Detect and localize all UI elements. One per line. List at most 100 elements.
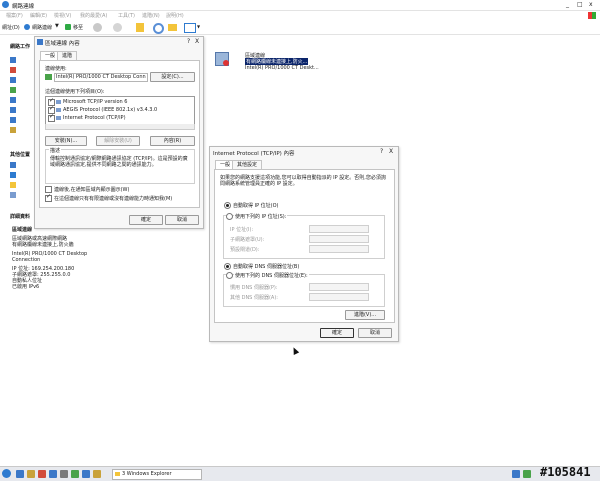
cancel-button[interactable]: 取消 [358,328,392,338]
help-icon[interactable]: ? [187,38,190,45]
maximize-icon[interactable]: □ [577,1,583,8]
ok-button[interactable]: 確定 [320,328,354,338]
use-dns-label[interactable]: 使用下列的 DNS 伺服器位址(E): [234,272,309,279]
description-text: 傳輸控制通訊協定/網際網路通訊協定 (TCP/IP)。這是預設的廣域網路通訊協定… [50,156,188,168]
default-gateway-field[interactable] [309,245,369,253]
task-icon[interactable] [10,97,16,103]
ok-button[interactable]: 確定 [129,215,163,225]
minimize-icon[interactable]: _ [566,1,569,8]
task-icon[interactable] [10,87,16,93]
menu-advanced[interactable]: 進階(N) [142,12,160,19]
my-network-places-icon[interactable] [10,172,16,178]
menu-help[interactable]: 說明(H) [166,12,184,19]
task-icon[interactable] [10,117,16,123]
use-dns-radio[interactable] [226,272,233,279]
notify-label[interactable]: 在這個連線只有有限連線或沒有連線能力時通知我(M) [54,195,172,202]
start-button-icon[interactable] [2,469,11,478]
back-icon[interactable] [93,23,102,32]
folder-icon [115,472,120,476]
search-icon[interactable] [153,23,164,34]
help-icon[interactable]: ? [380,148,383,155]
connection-properties-dialog: 區域連線 內容 ? X 一般 進階 連線使用: Intel(R) PRO/100… [34,36,204,229]
toolbar: 網址(D) 網路連線 ▼ 移至 ▼ [0,21,600,35]
views-icon[interactable] [184,23,196,33]
auto-dns-radio[interactable] [224,263,231,270]
close-icon[interactable]: X [389,148,393,155]
preferred-dns-field[interactable] [309,283,369,291]
auto-dns-label[interactable]: 自動取得 DNS 伺服器位址(B) [233,263,299,270]
menu-bar: 檔案(F) 編輯(E) 檢視(V) 我的最愛(A) 工具(T) 進階(N) 說明… [0,11,600,20]
quick-launch-icon[interactable] [71,470,79,478]
menu-favorites[interactable]: 我的最愛(A) [80,12,107,19]
items-scrollbar[interactable] [45,124,195,130]
local-area-connection-item[interactable]: 區域連線 有網路纜線未連接上,防火... Intel(R) PRO/1000 C… [215,50,325,76]
task-icon[interactable] [10,57,16,63]
show-icon-checkbox[interactable] [45,186,52,193]
up-folder-icon[interactable] [136,23,144,32]
task-icon[interactable] [10,127,16,133]
menu-edit[interactable]: 編輯(E) [30,12,47,19]
tray-icon[interactable] [512,470,520,478]
tray-icon[interactable] [523,470,531,478]
item-label[interactable]: Microsoft TCP/IP version 6 [63,99,127,105]
uninstall-button[interactable]: 解除安裝(U) [96,136,140,146]
control-panel-icon[interactable] [10,162,16,168]
ip-address-field[interactable] [309,225,369,233]
menu-file[interactable]: 檔案(F) [6,12,23,19]
details-line: 已啟用 IPv6 [12,284,40,290]
show-icon-label[interactable]: 連線後,在通知區域內顯示圖示(W) [54,186,129,193]
my-computer-icon[interactable] [10,192,16,198]
quick-launch-icon[interactable] [27,470,35,478]
details-line: Connection [12,257,41,263]
task-icon[interactable] [10,67,16,73]
close-icon[interactable]: x [589,1,593,8]
quick-launch-icon[interactable] [38,470,46,478]
install-button[interactable]: 安裝(N)... [45,136,87,146]
address-dropdown-icon[interactable]: ▼ [55,23,59,29]
configure-button[interactable]: 設定(C)... [150,72,195,82]
folders-icon[interactable] [168,24,177,31]
auto-ip-label[interactable]: 自動取得 IP 位址(O) [233,202,279,209]
properties-button[interactable]: 內容(R) [150,136,195,146]
menu-tools[interactable]: 工具(T) [118,12,135,19]
cancel-button[interactable]: 取消 [165,215,199,225]
address-label: 網址(D) [2,25,20,31]
default-gateway-label: 預設閘道(D): [230,247,260,253]
my-documents-icon[interactable] [10,182,16,188]
item-checkbox[interactable] [48,113,55,122]
close-icon[interactable]: X [195,38,199,45]
quick-launch-icon[interactable] [82,470,90,478]
task-icon[interactable] [10,77,16,83]
use-ip-radio[interactable] [226,213,233,220]
quick-launch-icon[interactable] [60,470,68,478]
quick-launch-icon[interactable] [49,470,57,478]
task-icon[interactable] [10,107,16,113]
watermark-id: #105841 [540,465,591,479]
notify-checkbox[interactable] [45,193,52,202]
address-value[interactable]: 網路連線 [32,24,52,31]
menu-view[interactable]: 檢視(V) [54,12,71,19]
taskbar-task-button[interactable]: 3 Windows Explorer [112,469,202,480]
connect-using-label: 連線使用: [45,66,67,72]
network-icon [37,39,43,45]
window-title: 網路連線 [12,4,35,10]
go-arrow-icon[interactable] [65,24,71,30]
item-label[interactable]: Internet Protocol (TCP/IP) [63,115,126,121]
forward-icon[interactable] [113,23,122,32]
tab-panel: 連線使用: Intel(R) PRO/1000 CT Desktop Conn … [39,60,200,208]
network-connections-icon [2,1,9,8]
details-line: 有網路纜線未連接上,防火牆 [12,242,74,248]
alternate-dns-field[interactable] [309,293,369,301]
advanced-button[interactable]: 進階(V)... [345,310,385,320]
tab-advanced[interactable]: 進階 [57,51,78,60]
use-ip-label[interactable]: 使用下列的 IP 位址(S): [234,213,288,220]
subnet-mask-field[interactable] [309,235,369,243]
views-dropdown-icon[interactable]: ▼ [197,24,200,29]
quick-launch-icon[interactable] [93,470,101,478]
item-label[interactable]: AEGIS Protocol (IEEE 802.1x) v3.4.3.0 [63,107,157,113]
quick-launch-icon[interactable] [16,470,24,478]
go-button[interactable]: 移至 [73,24,83,31]
tab-alternate-configuration[interactable]: 其他設定 [232,160,263,169]
details-title: 詳細資料 [10,214,31,220]
auto-ip-radio[interactable] [224,202,231,209]
